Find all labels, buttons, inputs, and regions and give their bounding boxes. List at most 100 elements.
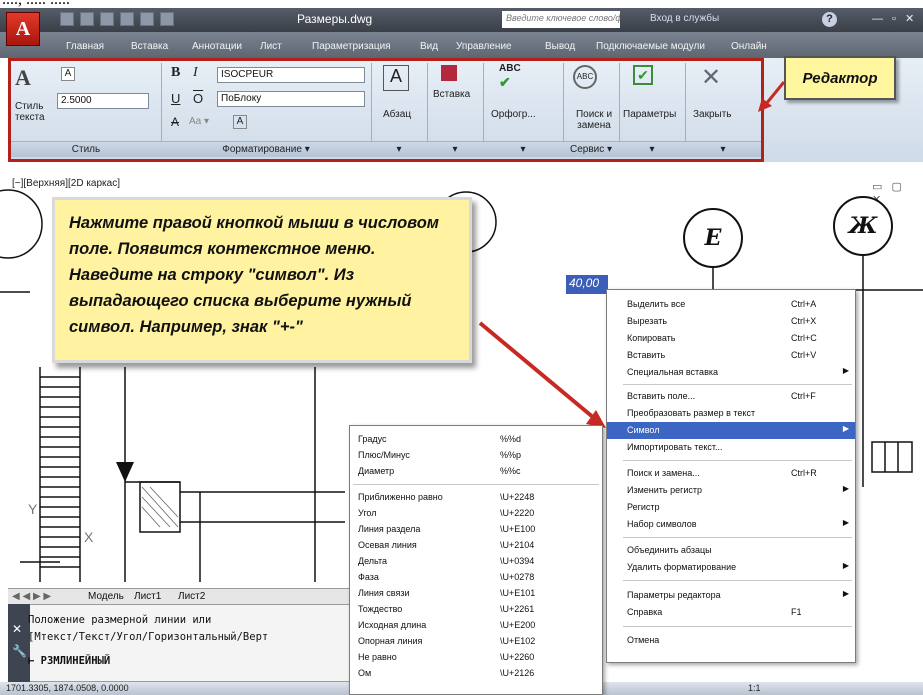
insert-button[interactable]: Вставка xyxy=(433,89,470,100)
menu-item-remove-formatting[interactable]: Удалить форматирование ▶ xyxy=(607,559,855,576)
menu-item-paste[interactable]: Вставить Ctrl+V xyxy=(607,347,855,364)
tab-view[interactable]: Вид xyxy=(420,41,438,52)
open-icon[interactable] xyxy=(80,12,94,26)
command-line-handle[interactable]: ✕ 🔧 xyxy=(8,604,30,682)
bold-icon[interactable]: B xyxy=(171,65,180,81)
menu-item-insert-field[interactable]: Вставить поле... Ctrl+F xyxy=(607,388,855,405)
menu-item-find-replace[interactable]: Поиск и замена... Ctrl+R xyxy=(607,465,855,482)
strikethrough-icon[interactable]: A xyxy=(171,115,179,129)
text-style-button[interactable]: Стиль текста xyxy=(15,101,55,123)
insert-panel-label[interactable]: ▾ xyxy=(427,141,483,157)
symbol-item[interactable]: Линия связи \U+E101 xyxy=(350,585,602,602)
search-input[interactable]: Введите ключевое слово/фразу xyxy=(502,11,620,28)
symbol-item[interactable]: Тождество \U+2261 xyxy=(350,601,602,618)
underline-icon[interactable]: U xyxy=(171,91,180,106)
overline-icon[interactable]: O xyxy=(193,91,203,106)
menu-item-symbol[interactable]: Символ ▶ xyxy=(607,422,855,439)
menu-item-editor-settings[interactable]: Параметры редактора ▶ xyxy=(607,587,855,604)
autocad-app-button[interactable]: A xyxy=(6,12,40,46)
case-icon[interactable]: Aa ▾ xyxy=(189,116,209,127)
menu-item-import-text[interactable]: Импортировать текст... xyxy=(607,439,855,456)
symbol-item[interactable]: Ом \U+2126 xyxy=(350,665,602,682)
options-icon[interactable]: ✔ xyxy=(633,65,653,85)
symbol-item[interactable]: Осевая линия \U+2104 xyxy=(350,537,602,554)
tab-plugins[interactable]: Подключаемые модули xyxy=(596,41,705,52)
command-input[interactable]: ⊢ РЗМЛИНЕЙНЫЙ xyxy=(28,655,110,667)
menu-item-cancel[interactable]: Отмена xyxy=(607,632,855,649)
tab-layout[interactable]: Лист xyxy=(260,41,282,52)
italic-icon[interactable]: I xyxy=(193,65,198,81)
format-panel-label[interactable]: Форматирование ▾ xyxy=(161,141,371,157)
menu-item-cut[interactable]: Вырезать Ctrl+X xyxy=(607,313,855,330)
tab-annotate[interactable]: Аннотации xyxy=(192,41,242,52)
text-height-input[interactable]: 2.5000 xyxy=(57,93,149,109)
tab-parametric[interactable]: Параметризация xyxy=(312,41,391,52)
new-icon[interactable] xyxy=(60,12,74,26)
symbol-item[interactable]: Фаза \U+0278 xyxy=(350,569,602,586)
insert-icon[interactable] xyxy=(441,65,457,81)
symbol-item[interactable]: Градус %%d xyxy=(350,431,602,448)
symbol-item[interactable]: Исходная длина \U+E200 xyxy=(350,617,602,634)
symbol-item[interactable]: Приближенно равно \U+2248 xyxy=(350,489,602,506)
tab-sheet1[interactable]: Лист1 xyxy=(134,591,161,602)
paragraph-icon[interactable]: A xyxy=(383,65,409,91)
plot-icon[interactable] xyxy=(140,12,154,26)
save-icon[interactable] xyxy=(100,12,114,26)
symbol-item[interactable]: Дельта \U+0394 xyxy=(350,553,602,570)
signin-button[interactable]: Вход в службы xyxy=(650,13,719,24)
window-controls[interactable]: — ▫ ✕ xyxy=(872,12,917,25)
menu-separator xyxy=(623,460,852,461)
annotative-icon[interactable]: A xyxy=(61,67,75,81)
options-panel-label[interactable]: ▾ xyxy=(619,141,685,157)
symbol-item[interactable]: Плюс/Минус %%p xyxy=(350,447,602,464)
background-mask-icon[interactable]: A xyxy=(233,115,247,129)
close-icon[interactable]: ✕ xyxy=(701,63,721,92)
symbol-item[interactable]: Не равно \U+2260 xyxy=(350,649,602,666)
font-select[interactable]: ISOCPEUR xyxy=(217,67,365,83)
svg-text:X: X xyxy=(84,529,94,545)
tab-online[interactable]: Онлайн xyxy=(731,41,767,52)
menu-item-select-all[interactable]: Выделить все Ctrl+A xyxy=(607,296,855,313)
style-panel-label[interactable]: Стиль xyxy=(11,141,161,157)
close-panel-label[interactable]: ▾ xyxy=(685,141,761,157)
spell-panel-label[interactable]: ▾ xyxy=(483,141,563,157)
close-icon[interactable]: ✕ xyxy=(12,622,22,636)
command-history-line: [Мтекст/Текст/Угол/Горизонтальный/Верт xyxy=(28,631,269,643)
symbol-item[interactable]: Линия раздела \U+E100 xyxy=(350,521,602,538)
symbol-item[interactable]: Опорная линия \U+E102 xyxy=(350,633,602,650)
menu-item-convert-dimension[interactable]: Преобразовать размер в текст xyxy=(607,405,855,422)
menu-item-paste-special[interactable]: Специальная вставка ▶ xyxy=(607,364,855,381)
menu-item-case[interactable]: Регистр xyxy=(607,499,855,516)
tab-nav-arrows[interactable]: ◀ ◀ ▶ ▶ xyxy=(12,591,51,602)
paragraph-button[interactable]: Абзац xyxy=(383,109,411,120)
find-replace-icon[interactable]: ABC xyxy=(573,65,597,89)
tab-sheet2[interactable]: Лист2 xyxy=(178,591,205,602)
close-editor-button[interactable]: Закрыть xyxy=(693,109,732,120)
spellcheck-button[interactable]: Орфогр... xyxy=(491,109,536,120)
spellcheck-icon[interactable]: ABC ✔ xyxy=(499,63,521,91)
save-as-icon[interactable] xyxy=(120,12,134,26)
annotation-scale[interactable]: 1:1 xyxy=(748,683,761,693)
paragraph-panel-label[interactable]: ▾ xyxy=(371,141,427,157)
options-button[interactable]: Параметры xyxy=(623,109,676,120)
wrench-icon[interactable]: 🔧 xyxy=(12,644,27,658)
symbol-item[interactable]: Угол \U+2220 xyxy=(350,505,602,522)
color-select[interactable]: ПоБлоку xyxy=(217,91,365,107)
tab-insert[interactable]: Вставка xyxy=(131,41,168,52)
menu-item-copy[interactable]: Копировать Ctrl+C xyxy=(607,330,855,347)
tab-home[interactable]: Главная xyxy=(66,41,104,52)
tab-manage[interactable]: Управление xyxy=(456,41,512,52)
find-replace-button[interactable]: Поиск и замена xyxy=(571,109,617,131)
menu-item-charset[interactable]: Набор символов ▶ xyxy=(607,516,855,533)
menu-item-combine-paragraphs[interactable]: Объединить абзацы xyxy=(607,542,855,559)
menu-item-change-case[interactable]: Изменить регистр ▶ xyxy=(607,482,855,499)
service-panel-label[interactable]: Сервис ▾ xyxy=(563,141,619,157)
text-style-icon[interactable]: A xyxy=(15,65,31,91)
dimension-text-field[interactable]: 40,00 xyxy=(566,275,608,294)
symbol-item[interactable]: Диаметр %%c xyxy=(350,463,602,480)
undo-icon[interactable] xyxy=(160,12,174,26)
tab-output[interactable]: Вывод xyxy=(545,41,575,52)
menu-item-help[interactable]: Справка F1 xyxy=(607,604,855,621)
help-icon[interactable]: ? xyxy=(822,12,837,27)
tab-model[interactable]: Модель xyxy=(88,591,124,602)
